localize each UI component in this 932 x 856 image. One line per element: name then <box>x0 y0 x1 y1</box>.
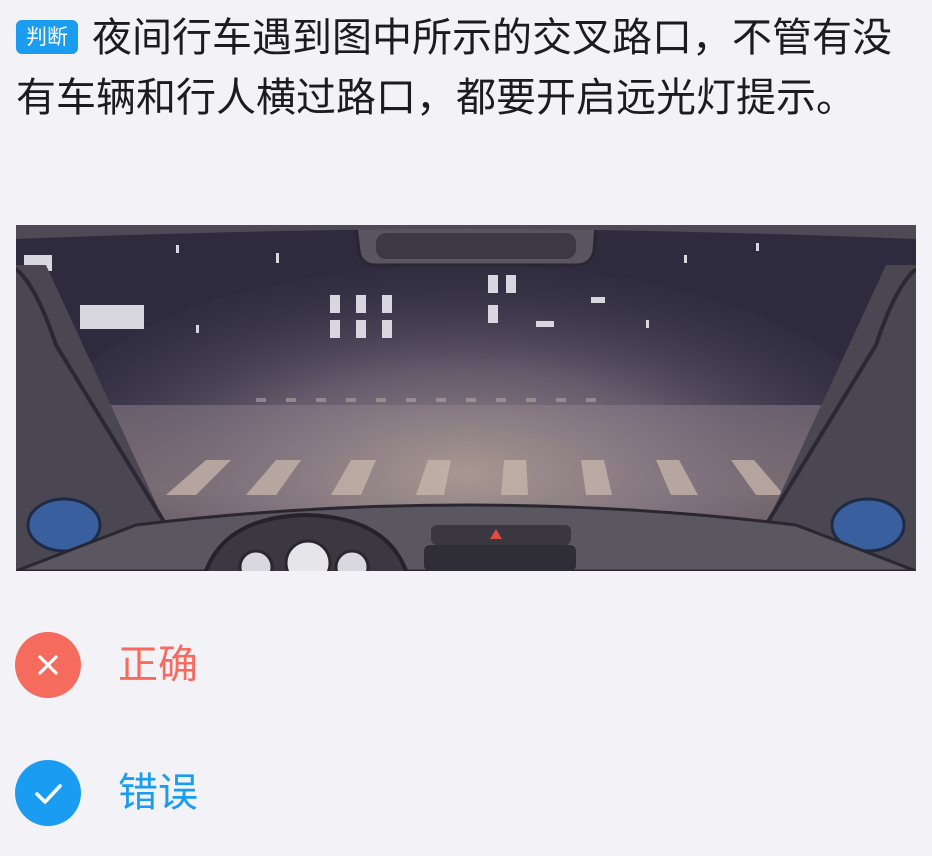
option-label: 正确 <box>118 642 198 688</box>
question-illustration <box>16 225 916 571</box>
check-icon <box>15 760 81 826</box>
question-text: 夜间行车遇到图中所示的交叉路口，不管有没有车辆和行人横过路口，都要开启远光灯提示… <box>16 15 892 121</box>
question-page: 判断 夜间行车遇到图中所示的交叉路口，不管有没有车辆和行人横过路口，都要开启远光灯… <box>0 0 932 856</box>
question-type-badge: 判断 <box>16 20 78 54</box>
option-label: 错误 <box>118 770 198 816</box>
question-block: 判断 夜间行车遇到图中所示的交叉路口，不管有没有车辆和行人横过路口，都要开启远光灯… <box>16 8 916 128</box>
x-icon <box>15 632 81 698</box>
option-correct[interactable]: 正确 <box>15 632 435 698</box>
option-wrong[interactable]: 错误 <box>15 760 435 826</box>
